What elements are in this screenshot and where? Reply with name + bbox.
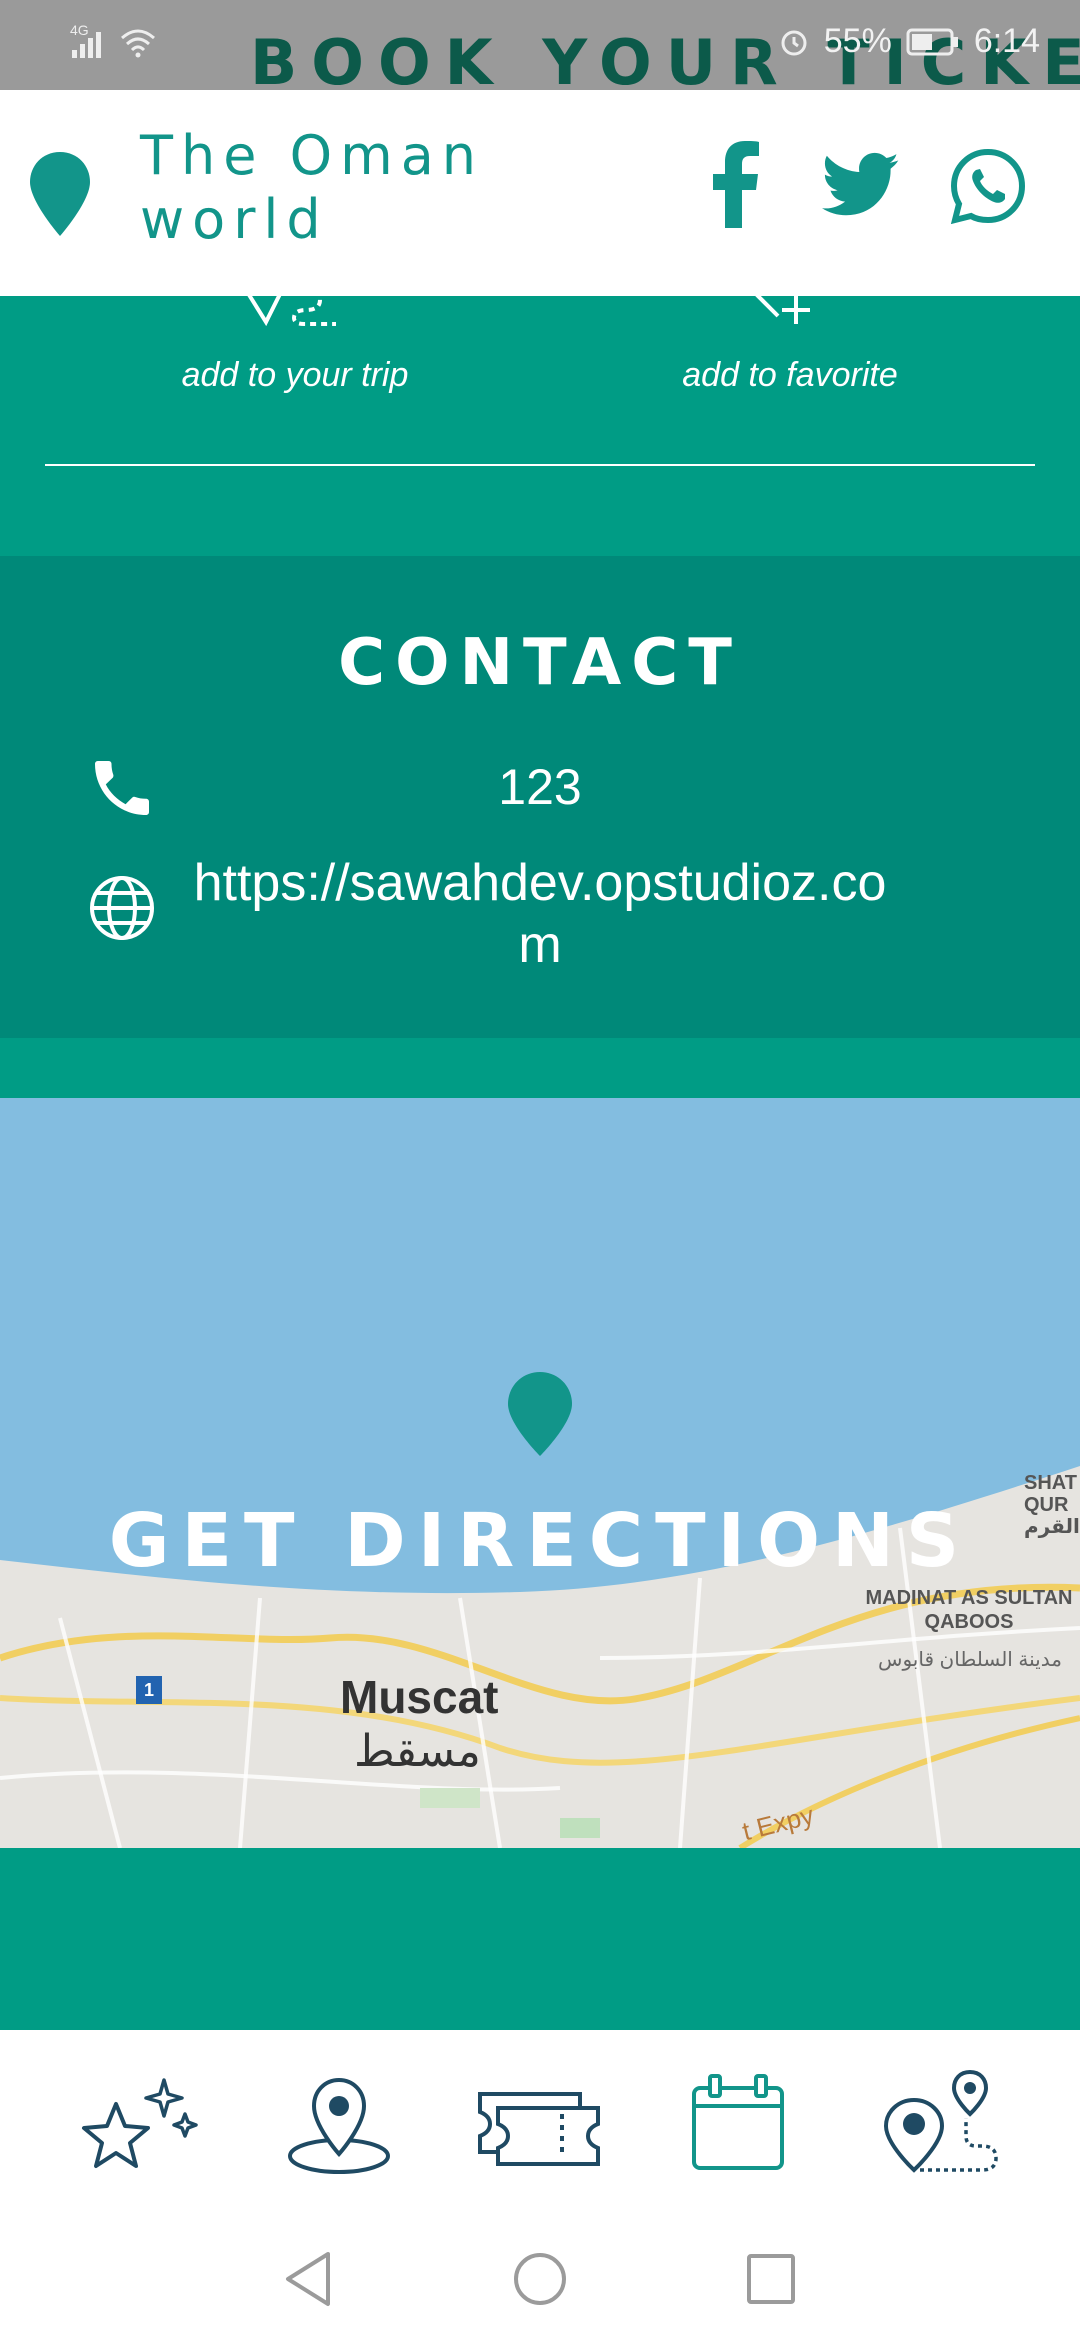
shatti-text: SHAT QUR <box>1024 1472 1077 1516</box>
alarm-icon <box>781 30 807 55</box>
system-navigation-bar <box>0 2220 1080 2340</box>
battery-icon <box>906 28 958 55</box>
trip-check-icon <box>244 288 336 327</box>
calendar-icon[interactable] <box>688 2066 788 2176</box>
wifi-icon <box>121 29 155 58</box>
district-label: MADINAT AS SULTAN QABOOS <box>865 1587 1073 1633</box>
location-icon[interactable] <box>284 2066 394 2176</box>
facebook-icon[interactable] <box>712 140 760 230</box>
contact-section: CONTACT 123 https://sawahdev.opstudioz.c… <box>0 556 1080 1038</box>
action-row: add to your trip add to favorite <box>0 288 1080 556</box>
route-icon[interactable] <box>878 2066 1008 2176</box>
status-right: 55% 6:14 <box>778 22 1040 61</box>
contact-title: CONTACT <box>338 626 742 700</box>
battery-percent: 55% <box>823 22 892 60</box>
add-to-trip-label: add to your trip <box>181 356 409 394</box>
section-divider <box>45 464 1035 466</box>
district-label-arabic: مدينة السلطان قابوس <box>878 1649 1062 1671</box>
phone-number[interactable]: 123 <box>0 758 1080 816</box>
bottom-navigation <box>0 2030 1080 2230</box>
city-label-arabic: مسقط <box>354 1727 481 1776</box>
website-link[interactable]: https://sawahdev.opstudioz.com <box>190 852 890 976</box>
map-land <box>0 1466 1080 1848</box>
app-header: The Oman world <box>0 90 1080 296</box>
favorite-plus-icon <box>750 288 810 324</box>
shatti-label: SHAT QUR القرم <box>1024 1472 1080 1538</box>
back-icon[interactable] <box>282 2250 336 2308</box>
get-directions-button[interactable]: GET DIRECTIONS <box>0 1498 1080 1584</box>
whatsapp-icon[interactable] <box>950 148 1026 224</box>
road-shield: 1 <box>136 1676 162 1704</box>
add-to-favorite-label: add to favorite <box>682 356 898 394</box>
app-title: The Oman world <box>140 124 485 251</box>
city-label: Muscat <box>340 1671 499 1723</box>
recent-apps-icon[interactable] <box>744 2250 798 2308</box>
status-bar: BOOK YOUR TICKET 4G 55% 6:14 <box>0 0 1080 90</box>
home-icon[interactable] <box>512 2250 568 2308</box>
twitter-icon[interactable] <box>822 152 900 218</box>
tickets-icon[interactable] <box>474 2066 604 2176</box>
globe-icon <box>90 876 154 940</box>
shatti-text-arabic: القرم <box>1024 1516 1080 1538</box>
status-left: 4G <box>70 22 156 60</box>
stars-icon[interactable] <box>72 2066 202 2176</box>
map-pin-icon <box>508 1372 572 1456</box>
clock: 6:14 <box>973 22 1040 60</box>
directions-map[interactable]: GET DIRECTIONS 1 Muscat مسقط MADINAT AS … <box>0 1098 1080 1848</box>
network-label: 4G <box>70 22 89 38</box>
location-pin-icon <box>30 152 90 236</box>
